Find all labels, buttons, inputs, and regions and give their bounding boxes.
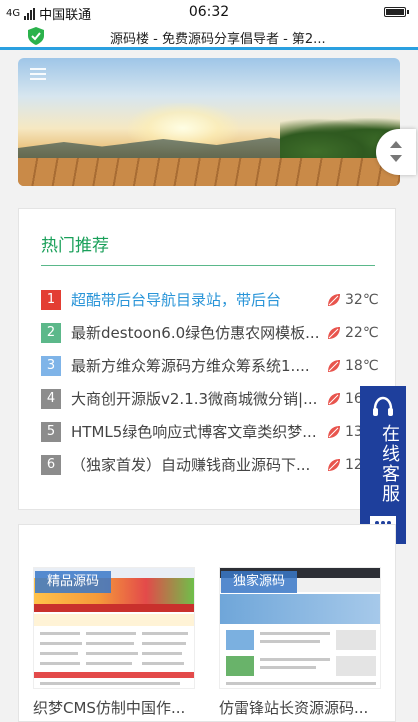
scroll-float-button[interactable] — [376, 129, 416, 175]
hot-recommend-title: 热门推荐 — [41, 236, 109, 256]
leaf-icon — [328, 294, 340, 306]
scroll-down-icon[interactable] — [390, 155, 402, 162]
leaf-icon — [328, 459, 340, 471]
rank-badge: 4 — [41, 389, 61, 409]
leaf-icon — [328, 327, 340, 339]
leaf-icon — [328, 393, 340, 405]
leaf-icon — [328, 360, 340, 372]
scroll-up-icon[interactable] — [390, 141, 402, 148]
hot-item-link[interactable]: HTML5绿色响应式博客文章类织梦... — [71, 421, 321, 443]
hot-item-temp: 18℃ — [345, 358, 379, 374]
hot-divider — [41, 265, 375, 266]
hot-item-temp: 22℃ — [345, 325, 379, 341]
hot-item-link[interactable]: 超酷带后台导航目录站，带后台 — [71, 289, 321, 311]
battery-icon — [384, 7, 409, 17]
card-title[interactable]: 仿雷锋站长资源源码... — [219, 697, 387, 718]
shield-check-icon — [28, 27, 44, 45]
hot-item[interactable]: 1 超酷带后台导航目录站，带后台 32℃ — [41, 289, 383, 322]
card-badge: 精品源码 — [35, 571, 112, 593]
rank-badge: 1 — [41, 290, 61, 310]
rank-badge: 2 — [41, 323, 61, 343]
hot-list: 1 超酷带后台导航目录站，带后台 32℃ 2 最新destoon6.0绿色仿惠农… — [41, 289, 383, 487]
hot-item-temp: 32℃ — [345, 292, 379, 308]
source-card[interactable]: 独家源码 仿雷锋站长资源源码... — [219, 547, 387, 717]
hero-banner[interactable] — [18, 58, 400, 186]
hot-item[interactable]: 5 HTML5绿色响应式博客文章类织梦... 13 — [41, 421, 383, 454]
status-time: 06:32 — [188, 4, 230, 20]
hot-recommend-panel: 热门推荐 1 超酷带后台导航目录站，带后台 32℃ 2 最新destoon6.0… — [18, 208, 396, 510]
menu-icon[interactable] — [30, 68, 46, 80]
rank-badge: 6 — [41, 455, 61, 475]
online-service-float[interactable]: 在线客服 — [360, 386, 406, 544]
headset-icon — [373, 396, 393, 416]
status-bar: 4G 中国联通 06:32 — [0, 0, 418, 24]
hot-item-link[interactable]: （独家首发）自动赚钱商业源码下... — [71, 454, 321, 476]
hot-item-link[interactable]: 大商创开源版v2.1.3微商城微分销|... — [71, 388, 321, 410]
card-badge: 独家源码 — [221, 571, 298, 593]
rank-badge: 5 — [41, 422, 61, 442]
hot-item[interactable]: 6 （独家首发）自动赚钱商业源码下... 12 — [41, 454, 383, 487]
page-title[interactable]: 源码楼 - 免费源码分享倡导者 - 第2... — [110, 28, 410, 47]
hero-deck — [18, 158, 400, 186]
hot-item-link[interactable]: 最新方维众筹源码方维众筹系统1.... — [71, 355, 321, 377]
online-service-label[interactable]: 在线客服 — [360, 424, 406, 508]
source-card[interactable]: 精品源码 织梦CMS仿制中国作... — [33, 547, 201, 717]
card-title[interactable]: 织梦CMS仿制中国作... — [33, 697, 201, 718]
hot-item[interactable]: 2 最新destoon6.0绿色仿惠农网模板... 22℃ — [41, 322, 383, 355]
leaf-icon — [328, 426, 340, 438]
hot-item-link[interactable]: 最新destoon6.0绿色仿惠农网模板... — [71, 322, 321, 344]
browser-title-bar: 源码楼 - 免费源码分享倡导者 - 第2... — [0, 24, 418, 50]
hot-item[interactable]: 3 最新方维众筹源码方维众筹系统1.... 18℃ — [41, 355, 383, 388]
source-card-grid: 精品源码 织梦CMS仿制中国作... 独家源码 仿雷锋站长资源源码... — [18, 524, 396, 722]
hot-item[interactable]: 4 大商创开源版v2.1.3微商城微分销|... 16 — [41, 388, 383, 421]
rank-badge: 3 — [41, 356, 61, 376]
